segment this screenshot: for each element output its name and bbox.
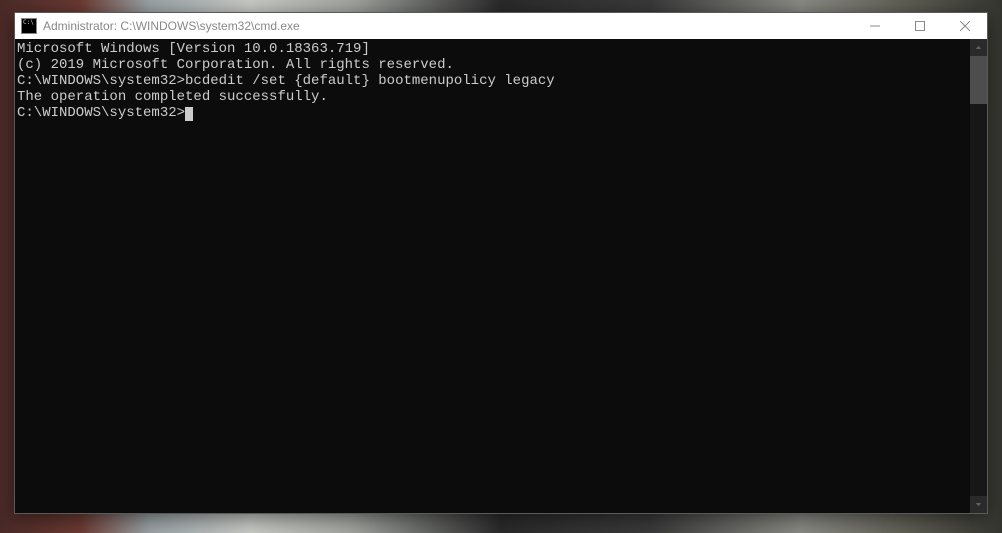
minimize-icon: [870, 21, 880, 31]
chevron-down-icon: [975, 501, 982, 508]
close-icon: [960, 21, 970, 31]
window-title: Administrator: C:\WINDOWS\system32\cmd.e…: [43, 19, 300, 33]
chevron-up-icon: [975, 44, 982, 51]
terminal-line: Microsoft Windows [Version 10.0.18363.71…: [17, 41, 970, 57]
minimize-button[interactable]: [852, 13, 897, 39]
client-area: Microsoft Windows [Version 10.0.18363.71…: [15, 39, 987, 513]
prompt: C:\WINDOWS\system32>: [17, 73, 185, 89]
scrollbar-track[interactable]: [970, 56, 987, 496]
terminal-output[interactable]: Microsoft Windows [Version 10.0.18363.71…: [15, 39, 970, 513]
cmd-window: Administrator: C:\WINDOWS\system32\cmd.e…: [14, 12, 988, 514]
cmd-icon: [21, 18, 37, 34]
terminal-line: C:\WINDOWS\system32>: [17, 105, 970, 121]
command-text: bcdedit /set {default} bootmenupolicy le…: [185, 73, 555, 89]
close-button[interactable]: [942, 13, 987, 39]
terminal-line: C:\WINDOWS\system32>bcdedit /set {defaul…: [17, 73, 970, 89]
maximize-icon: [915, 21, 925, 31]
scroll-down-button[interactable]: [970, 496, 987, 513]
prompt: C:\WINDOWS\system32>: [17, 105, 185, 121]
scroll-up-button[interactable]: [970, 39, 987, 56]
titlebar[interactable]: Administrator: C:\WINDOWS\system32\cmd.e…: [15, 13, 987, 39]
cursor: [185, 107, 193, 121]
scrollbar-thumb[interactable]: [970, 56, 987, 104]
terminal-line: The operation completed successfully.: [17, 89, 970, 105]
maximize-button[interactable]: [897, 13, 942, 39]
terminal-line: (c) 2019 Microsoft Corporation. All righ…: [17, 57, 970, 73]
vertical-scrollbar[interactable]: [970, 39, 987, 513]
